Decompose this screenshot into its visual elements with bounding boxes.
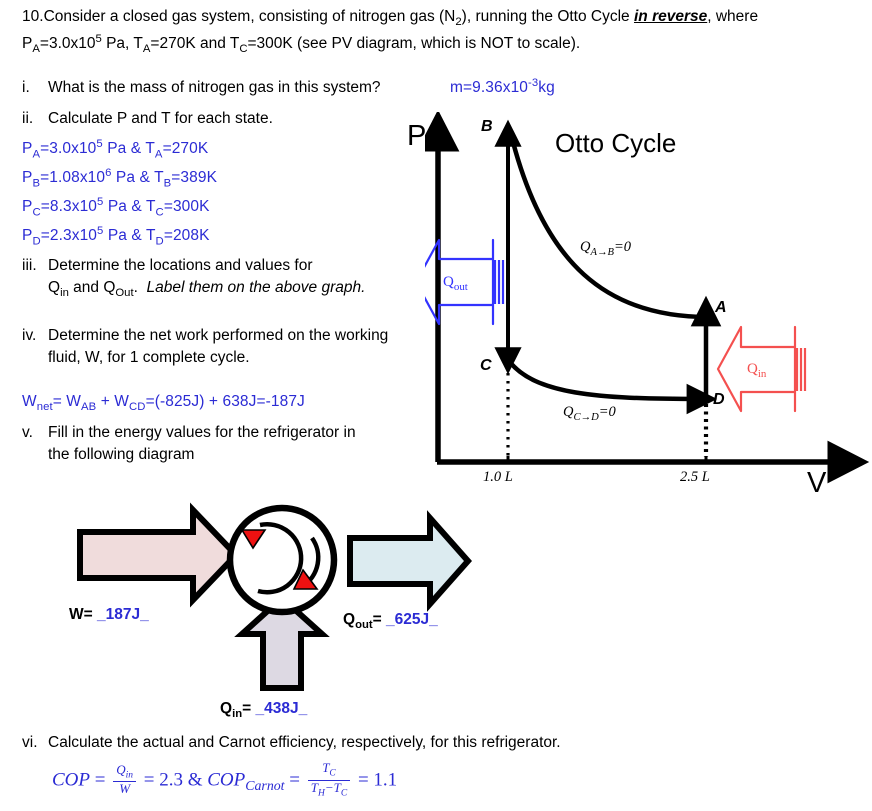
tick-label-1L: 1.0 L [483, 469, 513, 485]
cop-denominator: W [113, 781, 136, 797]
point-label-D: D [713, 391, 725, 408]
process-label-ab: QA→B=0 [580, 239, 632, 258]
item-ii: ii. Calculate P and T for each state. [22, 108, 422, 130]
pv-diagram: Otto Cycle P V B C A D QA→B=0 QC→D=0 Qou… [407, 112, 872, 507]
tick-label-25L: 2.5 L [680, 469, 710, 485]
cop-carnot-denominator: TH−TC [307, 779, 351, 800]
cop-carnot-symbol: COP [207, 769, 246, 791]
qin-label: Qin= _438J_ [220, 700, 308, 721]
q-out-label: Qout [443, 274, 468, 293]
item-iii-emphasis: Label them on the above graph. [146, 279, 366, 296]
cop-numerator: Qin [116, 761, 133, 781]
item-i-text: What is the mass of nitrogen gas in this… [48, 79, 381, 96]
work-arrow [77, 502, 241, 608]
cop-carnot-numerator: TC [322, 760, 336, 779]
item-iii-text: Determine the locations and values for Qi… [48, 257, 366, 300]
item-iv-text: Determine the net work performed on the … [48, 327, 389, 366]
item-ii-marker: ii. [22, 110, 34, 127]
item-vi-marker: vi. [22, 734, 38, 751]
item-vi-text: Calculate the actual and Carnot efficien… [48, 734, 561, 751]
point-label-B: B [481, 118, 493, 135]
item-iv-marker: iv. [22, 327, 37, 344]
problem-stem-body: Consider a closed gas system, consisting… [22, 8, 759, 55]
item-ii-text: Calculate P and T for each state. [48, 110, 273, 127]
state-b-values: PB=1.08x106 Pa & TB=389K [22, 167, 218, 190]
item-i: i. What is the mass of nitrogen gas in t… [22, 77, 442, 99]
refrigerator-diagram: W= _187J_ Qout= _625J_ Qin= _438J_ [60, 498, 490, 728]
state-d-values: PD=2.3x105 Pa & TD=208K [22, 225, 210, 248]
cop-carnot-fraction: TC TH−TC [307, 760, 351, 800]
answer-wnet: Wnet= WAB + WCD=(-825J) + 638J=-187J [22, 393, 305, 414]
point-label-C: C [480, 357, 492, 374]
item-iv: iv. Determine the net work performed on … [22, 325, 392, 369]
pv-diagram-svg [425, 112, 870, 484]
emphasis-in-reverse: in reverse [633, 8, 708, 25]
item-iii-marker: iii. [22, 257, 37, 274]
state-c-values: PC=8.3x105 Pa & TC=300K [22, 196, 210, 219]
item-v-marker: v. [22, 424, 33, 441]
answer-mass: m=9.36x10-3kg [450, 77, 555, 97]
problem-statement: 10.Consider a closed gas system, consist… [22, 6, 840, 57]
item-i-marker: i. [22, 79, 30, 96]
cop-fraction: Qin W [113, 761, 136, 797]
qout-arrow [347, 510, 473, 612]
point-label-A: A [715, 299, 727, 316]
item-v: v. Fill in the energy values for the ref… [22, 422, 362, 466]
qout-label: Qout= _625J_ [343, 611, 438, 632]
q-in-label: Qin [747, 361, 767, 380]
x-axis-label: V [807, 467, 827, 499]
cop-symbol: COP [52, 769, 90, 791]
item-vi: vi. Calculate the actual and Carnot effi… [22, 732, 782, 754]
work-label: W= _187J_ [69, 606, 149, 623]
curve-a-to-b [510, 139, 711, 320]
y-axis-label: P [407, 120, 427, 152]
cop-equations: COP = Qin W = 2.3 & COPCarnot = TC TH−TC =… [52, 760, 398, 800]
curve-c-to-d [506, 358, 718, 415]
item-v-text: Fill in the energy values for the refrig… [48, 424, 356, 463]
item-iii: iii. Determine the locations and values … [22, 255, 412, 301]
diagram-title: Otto Cycle [555, 128, 677, 158]
process-label-cd: QC→D=0 [563, 404, 616, 423]
problem-number: 10. [22, 8, 44, 25]
state-a-values: PA=3.0x105 Pa & TA=270K [22, 138, 209, 161]
